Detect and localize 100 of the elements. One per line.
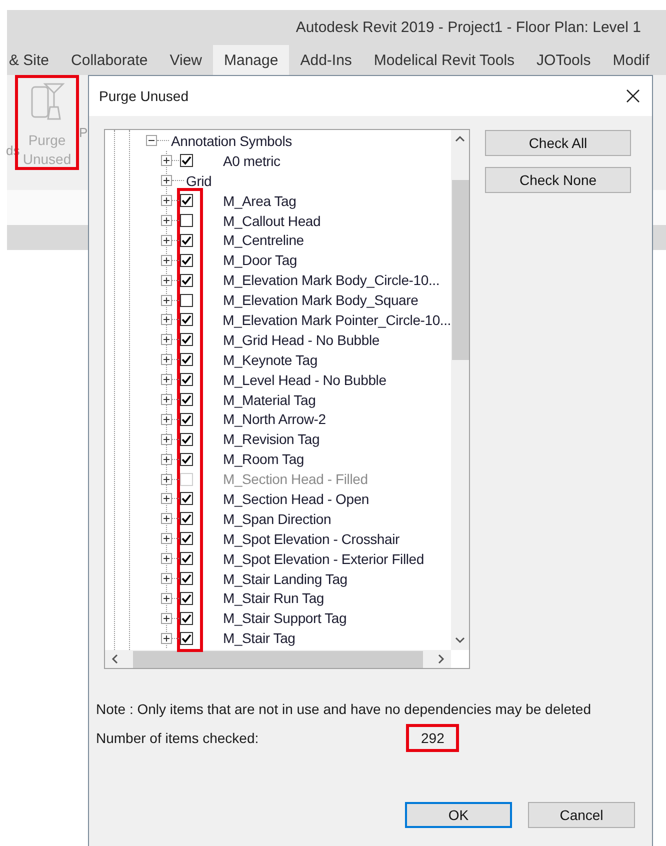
checkbox[interactable] [180,214,193,227]
dialog-button[interactable]: Check All [485,130,631,156]
expand-icon[interactable] [161,334,172,346]
cancel-button[interactable]: Cancel [528,802,635,828]
window-title: Autodesk Revit 2019 - Project1 - Floor Plan: Level 1 [296,19,641,36]
tree-item[interactable]: M_Stair Support Tag [161,608,451,628]
ribbon-label: P [79,125,88,140]
scroll-up-icon[interactable] [455,135,465,143]
scroll-left-icon[interactable] [111,654,119,664]
checkbox[interactable] [180,254,193,267]
expand-icon[interactable] [161,612,172,624]
expand-icon[interactable] [161,553,172,564]
ribbon-tab[interactable]: Modelical Revit Tools [362,45,526,75]
expand-icon[interactable] [161,274,172,286]
horizontal-scrollbar[interactable] [105,650,451,668]
tree-item[interactable]: Annotation Symbols [105,131,451,151]
ribbon-tab[interactable]: Manage [213,45,290,75]
scroll-right-icon[interactable] [437,654,445,664]
tree-item[interactable]: A0 metric [161,150,451,171]
scrollbar-thumb[interactable] [133,650,423,668]
checkbox[interactable] [180,432,193,446]
checkbox[interactable] [180,452,193,466]
ribbon-tab[interactable]: View [158,45,213,75]
checkbox[interactable] [180,393,193,406]
ribbon-tab[interactable]: Add-Ins [289,45,363,75]
expand-icon[interactable] [161,632,172,644]
checkbox[interactable] [180,154,193,168]
expand-icon[interactable] [161,533,172,544]
checkbox[interactable] [180,612,193,625]
expand-icon[interactable] [161,592,172,604]
vertical-scrollbar[interactable] [451,130,469,650]
tree-item[interactable]: M_Level Head - No Bubble [161,370,451,390]
tree-item[interactable]: M_North Arrow-2 [161,409,451,430]
tree-item[interactable]: M_Elevation Mark Body_Square [161,290,451,310]
expand-icon[interactable] [161,234,172,246]
ok-button[interactable]: OK [405,802,512,828]
checkbox[interactable] [180,512,193,526]
expand-icon[interactable] [161,394,172,406]
checkbox[interactable] [180,592,193,605]
checkbox[interactable] [180,572,193,586]
expand-icon[interactable] [161,294,172,306]
expand-icon[interactable] [161,354,172,366]
checkbox[interactable] [180,492,193,506]
tree-item[interactable]: M_Spot Elevation - Exterior Filled [161,548,451,569]
tree-item[interactable]: M_Spot Elevation - Crosshair [161,528,451,549]
checkbox[interactable] [180,632,193,645]
tree-item[interactable]: M_Revision Tag [161,429,451,450]
close-icon[interactable] [626,89,640,103]
expand-icon[interactable] [161,314,172,326]
collapse-icon[interactable] [146,135,157,146]
checkbox[interactable] [180,412,193,426]
ribbon-tab[interactable]: JOTools [526,45,602,75]
checkbox[interactable] [180,353,193,366]
scrollbar-thumb[interactable] [452,180,468,360]
tree-item[interactable]: M_Stair Landing Tag [161,568,451,588]
expand-icon[interactable] [161,175,172,186]
expand-icon[interactable] [161,254,172,266]
tree-item[interactable]: M_Door Tag [161,250,451,270]
expand-icon[interactable] [161,573,172,584]
tree-item[interactable]: M_Keynote Tag [161,350,451,370]
tree-item[interactable]: M_Stair Tag [161,628,451,648]
ribbon-tab[interactable]: Modif [602,45,660,75]
tree-item[interactable]: M_Material Tag [161,390,451,410]
checkbox[interactable] [180,333,193,346]
dialog-title: Purge Unused [99,88,189,104]
tree-item[interactable]: M_Room Tag [161,449,451,470]
ribbon-tab[interactable]: & Site [7,45,60,75]
tree-item[interactable]: M_Area Tag [161,190,451,211]
dialog-button[interactable]: Check None [485,167,631,193]
expand-icon[interactable] [161,195,172,206]
expand-icon[interactable] [161,434,172,445]
tree-item[interactable]: M_Span Direction [161,508,451,529]
expand-icon[interactable] [161,374,172,386]
expand-icon[interactable] [161,215,172,226]
tree-item[interactable]: M_Section Head - Open [161,489,451,509]
checkbox[interactable] [180,274,193,287]
expand-icon[interactable] [161,493,172,504]
count-value: 292 [406,724,460,752]
checkbox[interactable] [180,532,193,546]
tree-item[interactable]: M_Grid Head - No Bubble [161,330,451,350]
checkbox[interactable] [180,234,193,247]
checkbox[interactable] [180,294,193,307]
checkbox[interactable] [180,313,193,326]
ribbon-tab[interactable]: Collaborate [60,45,159,75]
checkbox[interactable] [180,552,193,566]
tree-item[interactable]: M_Callout Head [161,210,451,230]
tree-item[interactable]: M_Elevation Mark Pointer_Circle-10... [161,310,451,330]
checkbox[interactable] [180,194,193,208]
tree-item[interactable]: Grid [161,170,451,191]
checkbox[interactable] [180,373,193,386]
expand-icon[interactable] [161,155,172,166]
expand-icon[interactable] [161,454,172,465]
expand-icon[interactable] [161,513,172,524]
tree-item[interactable]: M_Stair Run Tag [161,588,451,608]
tree-item[interactable]: M_Elevation Mark Body_Circle-10... [161,270,451,290]
tree-item[interactable]: M_Centreline [161,230,451,250]
scroll-down-icon[interactable] [455,636,465,644]
count-label: Number of items checked: [96,730,260,746]
note-text: Note : Only items that are not in use and have no dependencies may be deleted [96,701,592,717]
expand-icon[interactable] [161,414,172,425]
